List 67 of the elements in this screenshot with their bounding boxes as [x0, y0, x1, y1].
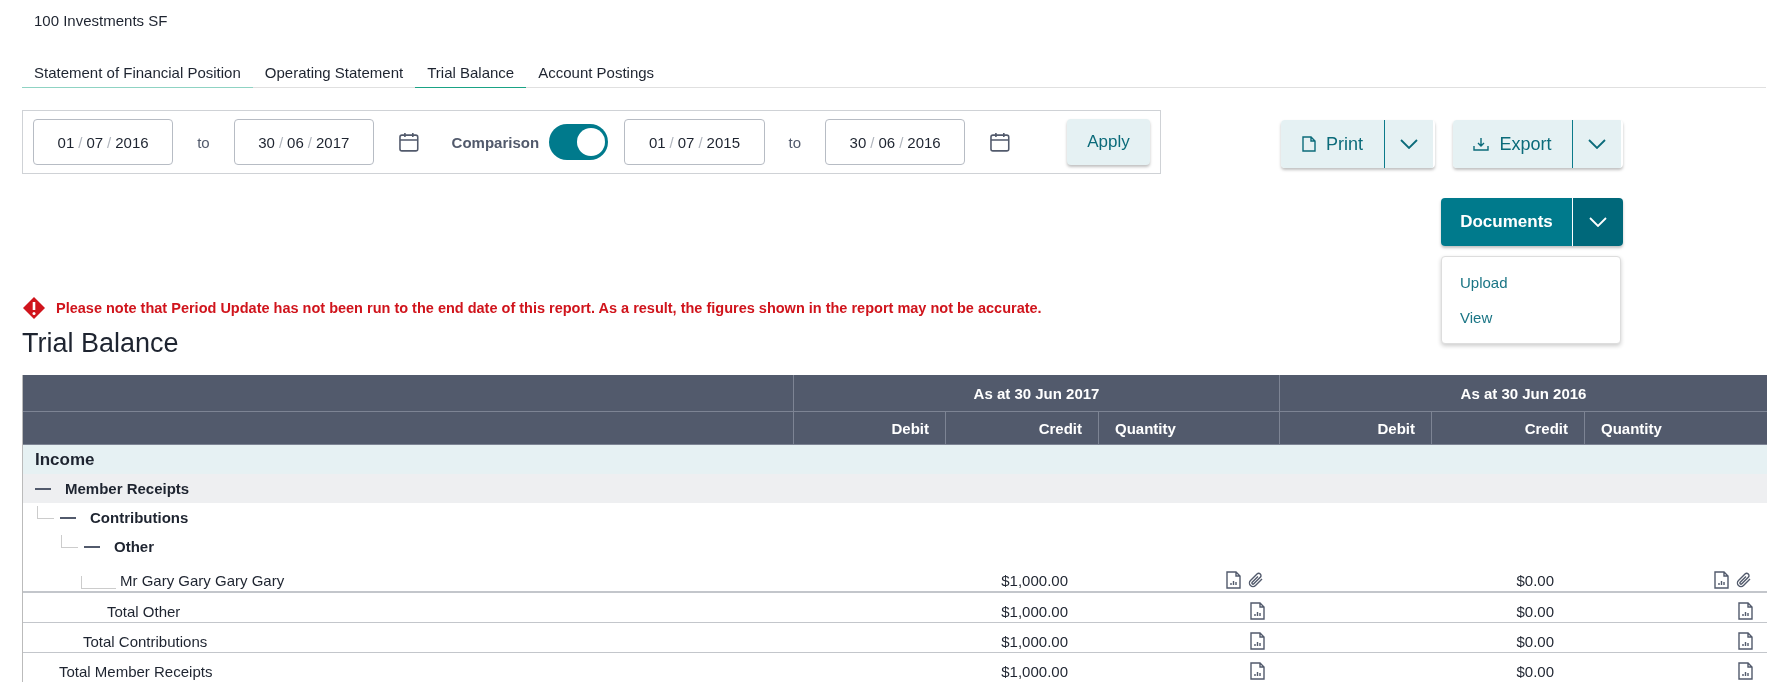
document-icon [1302, 136, 1316, 152]
account-label: Mr Gary Gary Gary Gary [120, 572, 285, 589]
collapse-icon[interactable] [60, 516, 76, 519]
report-icon[interactable] [1250, 662, 1265, 680]
report-icon[interactable] [1250, 602, 1265, 620]
download-icon [1473, 136, 1490, 152]
report-icon[interactable] [1714, 571, 1729, 589]
date-field[interactable]: 01 / 07 / 2015 [624, 119, 765, 165]
section-label: Income [35, 449, 95, 470]
amount: $0.00 [1516, 572, 1554, 589]
report-icon[interactable] [1250, 632, 1265, 650]
tree-connector [81, 576, 116, 589]
comparison-toggle[interactable] [549, 124, 609, 160]
documents-button[interactable]: Documents [1441, 198, 1573, 246]
fund-name: 100 Investments SF [34, 12, 169, 31]
date-field[interactable]: 30 / 06 / 2017 [233, 119, 374, 165]
warning-icon [22, 296, 46, 320]
date-field[interactable]: 30 / 06 / 2016 [825, 119, 966, 165]
column-header: Credit [945, 412, 1098, 445]
amount: $1,000.00 [1001, 633, 1068, 650]
column-header: Debit [793, 412, 945, 445]
menu-item[interactable]: View [1442, 300, 1620, 335]
column-header: Quantity [1584, 412, 1767, 445]
column-header: Quantity [1098, 412, 1279, 445]
amount: $0.00 [1516, 663, 1554, 680]
amount: $0.00 [1516, 633, 1554, 650]
column-header: As at 30 Jun 2017 [793, 375, 1279, 412]
amount: $1,000.00 [1001, 603, 1068, 620]
to-label: to [788, 133, 802, 151]
column-header: Credit [1431, 412, 1584, 445]
report-title: Trial Balance [22, 328, 179, 359]
date-field[interactable]: 01 / 07 / 2016 [33, 119, 174, 165]
menu-item[interactable]: Upload [1442, 265, 1620, 300]
report-icon[interactable] [1226, 571, 1241, 589]
tab[interactable]: Operating Statement [252, 58, 416, 88]
report-icon[interactable] [1738, 632, 1753, 650]
warning-message: Please note that Period Update has not been run to the end date of this report. As a result, the figures shown in the report may not be accurate. [56, 300, 1042, 316]
total-label: Total Other [106, 603, 181, 620]
paperclip-icon[interactable] [1247, 571, 1265, 589]
column-header: As at 30 Jun 2016 [1279, 375, 1767, 412]
group-label: Member Receipts [65, 480, 190, 497]
calendar-icon[interactable] [989, 131, 1011, 153]
group-label: Contributions [90, 509, 189, 526]
print-button[interactable]: Print [1281, 120, 1385, 168]
column-header: Debit [1279, 412, 1431, 445]
collapse-icon[interactable] [84, 545, 100, 548]
tab[interactable]: Trial Balance [415, 58, 527, 88]
to-label: to [197, 133, 210, 151]
amount: $1,000.00 [1001, 572, 1068, 589]
calendar-icon[interactable] [397, 131, 420, 153]
group-label: Other [114, 538, 154, 555]
tab[interactable]: Account Postings [526, 58, 667, 88]
collapse-icon[interactable] [35, 487, 51, 490]
report-icon[interactable] [1738, 662, 1753, 680]
apply-button[interactable]: Apply [1066, 119, 1150, 165]
comparison-label: Comparison [451, 133, 540, 151]
tab[interactable]: Statement of Financial Position [22, 58, 253, 88]
documents-caret[interactable] [1573, 198, 1623, 246]
tree-connector [61, 535, 78, 548]
tree-connector [37, 506, 54, 519]
total-label: Total Member Receipts [58, 663, 213, 680]
paperclip-icon[interactable] [1735, 571, 1753, 589]
amount: $0.00 [1516, 603, 1554, 620]
report-icon[interactable] [1738, 602, 1753, 620]
total-label: Total Contributions [82, 633, 208, 650]
export-button[interactable]: Export [1453, 120, 1573, 168]
amount: $1,000.00 [1001, 663, 1068, 680]
